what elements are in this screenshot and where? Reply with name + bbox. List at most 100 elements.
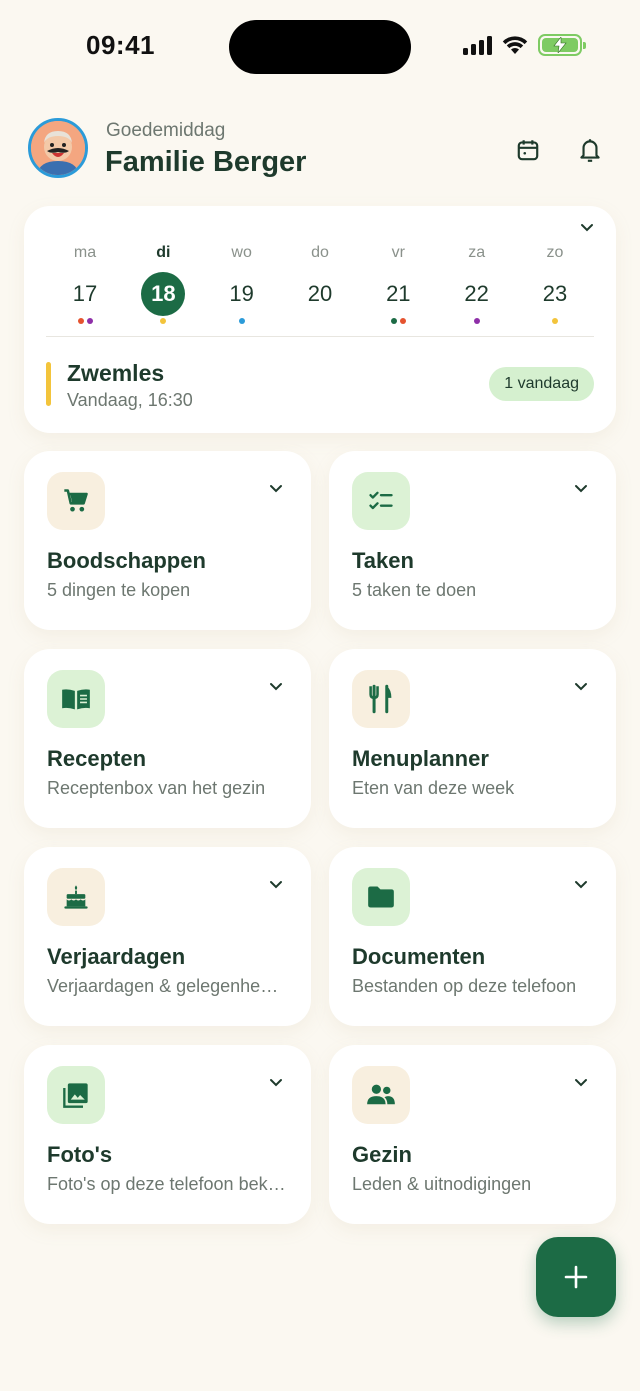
day-label: za [468, 244, 486, 261]
event-dot [77, 318, 84, 324]
day-number: 19 [229, 281, 254, 306]
tile-title: Foto's [47, 1142, 113, 1167]
tile-taken[interactable]: Taken 5 taken te doen [329, 451, 616, 630]
photos-icon [47, 1066, 105, 1124]
tile-recepten[interactable]: Recepten Receptenbox van het gezin [24, 649, 311, 828]
checklist-icon [352, 472, 410, 530]
day-label: wo [231, 244, 252, 261]
day-label: do [311, 244, 329, 261]
chevron-down-icon [581, 224, 593, 232]
chevron-down-icon[interactable] [269, 877, 283, 895]
calendar-day[interactable]: zo 23 [516, 244, 594, 326]
event-dot [390, 318, 397, 324]
calendar-day[interactable]: ma 17 [46, 244, 124, 326]
plus-icon [564, 1265, 588, 1289]
event-dot [238, 318, 245, 324]
page-title: Familie Berger [105, 146, 307, 178]
tile-title: Menuplanner [352, 746, 489, 771]
chevron-down-icon[interactable] [574, 679, 588, 697]
battery-icon [538, 34, 586, 56]
tile-subtitle: Receptenbox van het gezin [47, 778, 266, 798]
tile-subtitle: Bestanden op deze telefoon [352, 976, 577, 996]
week-days: ma 17 di 18 wo 19 do 20 vr 21 za 22 zo 23 [46, 244, 594, 326]
calendar-day[interactable]: za 22 [438, 244, 516, 326]
event-dots [551, 318, 558, 326]
chevron-down-icon[interactable] [269, 679, 283, 697]
day-number: 23 [542, 281, 568, 306]
status-bar: 09:41 [0, 0, 640, 95]
day-label: ma [73, 244, 97, 261]
tile-boodschappen[interactable]: Boodschappen 5 dingen te kopen [24, 451, 311, 630]
folder-icon [352, 868, 410, 926]
utensils-icon [352, 670, 410, 728]
day-number: 21 [386, 281, 411, 306]
status-icons [463, 34, 586, 56]
tile-fotos[interactable]: Foto's Foto's op deze telefoon bekijken [24, 1045, 311, 1224]
status-time: 09:41 [86, 30, 155, 60]
day-number: 17 [72, 281, 98, 306]
event-color-bar [46, 362, 51, 406]
event-dots [77, 318, 93, 326]
book-icon [47, 670, 105, 728]
notifications-button[interactable] [572, 132, 608, 168]
event-dot [160, 318, 167, 324]
event-dots [473, 318, 480, 326]
greeting: Goedemiddag [106, 120, 226, 141]
event-title[interactable]: Zwemles [67, 360, 164, 387]
tile-subtitle: 5 dingen te kopen [47, 580, 191, 600]
event-dot [86, 318, 93, 324]
tile-subtitle: Foto's op deze telefoon bekijken [47, 1174, 287, 1194]
tile-verjaardagen[interactable]: Verjaardagen Verjaardagen & gelegenheden [24, 847, 311, 1026]
tile-title: Verjaardagen [47, 944, 186, 969]
tile-subtitle: 5 taken te doen [352, 580, 477, 600]
chevron-down-icon[interactable] [269, 1075, 283, 1093]
calendar-day[interactable]: wo 19 [203, 244, 281, 326]
chevron-down-icon[interactable] [574, 1075, 588, 1093]
calendar-button[interactable] [510, 132, 546, 168]
bell-icon [580, 139, 600, 162]
calendar-day[interactable]: do 20 [281, 244, 359, 326]
header: Goedemiddag Familie Berger [28, 118, 612, 182]
divider [46, 336, 594, 337]
week-calendar-card: ma 17 di 18 wo 19 do 20 vr 21 za 22 zo 23 Zwemles Van… [24, 206, 616, 433]
event-dot [473, 318, 480, 324]
tile-title: Documenten [352, 944, 486, 969]
wifi-icon [502, 36, 528, 54]
tile-gezin[interactable]: Gezin Leden & uitnodigingen [329, 1045, 616, 1224]
event-dot [399, 318, 406, 324]
tile-title: Taken [352, 548, 414, 573]
tile-title: Boodschappen [47, 548, 206, 573]
tile-documenten[interactable]: Documenten Bestanden op deze telefoon [329, 847, 616, 1026]
chevron-down-icon[interactable] [574, 877, 588, 895]
dynamic-island [229, 20, 411, 74]
people-icon [352, 1066, 410, 1124]
chevron-down-icon[interactable] [574, 481, 588, 499]
calendar-day[interactable]: di 18 [124, 244, 202, 326]
chevron-down-icon[interactable] [269, 481, 283, 499]
signal-icon [463, 35, 492, 55]
add-button[interactable] [536, 1237, 616, 1317]
expand-calendar-button[interactable] [580, 220, 594, 238]
calendar-icon [517, 140, 539, 161]
event-dots [160, 318, 167, 326]
day-label: vr [391, 244, 405, 261]
tile-title: Gezin [352, 1142, 412, 1167]
avatar[interactable] [28, 118, 88, 178]
tile-subtitle: Eten van deze week [352, 778, 515, 798]
day-number: 18 [141, 272, 186, 316]
calendar-day[interactable]: vr 21 [359, 244, 437, 326]
event-dot [551, 318, 558, 324]
tile-title: Recepten [47, 746, 147, 771]
tile-menuplanner[interactable]: Menuplanner Eten van deze week [329, 649, 616, 828]
day-label: di [156, 244, 171, 261]
day-number: 20 [307, 281, 333, 306]
event-dots [238, 318, 245, 326]
cart-icon [47, 472, 105, 530]
today-badge[interactable]: 1 vandaag [489, 367, 594, 401]
event-time: Vandaag, 16:30 [67, 390, 193, 410]
tile-subtitle: Leden & uitnodigingen [352, 1174, 532, 1194]
cake-icon [47, 868, 105, 926]
event-dots [390, 318, 406, 326]
day-label: zo [546, 244, 564, 261]
day-number: 22 [464, 281, 489, 306]
